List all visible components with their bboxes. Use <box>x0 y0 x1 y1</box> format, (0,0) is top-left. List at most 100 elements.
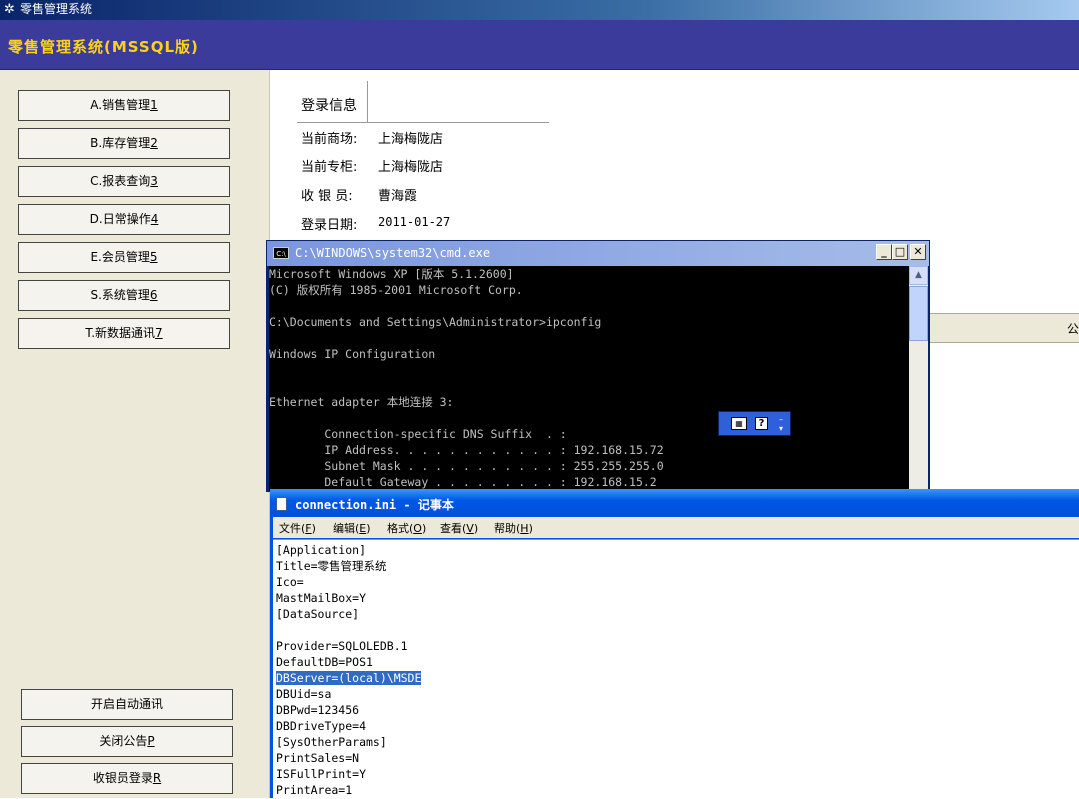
menu-help[interactable]: 帮助(H) <box>494 520 533 536</box>
cmd-line <box>269 362 909 378</box>
counter-label: 当前专柜: <box>301 160 358 175</box>
minimize-button[interactable]: _ <box>876 244 892 260</box>
scroll-up-icon[interactable]: ▲ <box>909 266 928 285</box>
cmd-output[interactable]: Microsoft Windows XP [版本 5.1.2600] (C) 版权… <box>269 266 909 491</box>
cmd-scrollbar[interactable]: ▲ <box>909 266 928 491</box>
cmd-line <box>269 410 909 426</box>
cashier-login-button[interactable]: 收银员登录R <box>21 763 233 794</box>
scroll-thumb[interactable] <box>909 286 928 341</box>
notepad-text-area[interactable]: [Application] Title=零售管理系统 Ico= MastMailBox… <box>273 539 1079 799</box>
cmd-icon: C:\ <box>273 247 289 259</box>
notepad-line: DBPwd=123456 <box>276 703 360 717</box>
banner-title: 零售管理系统(MSSQL版) <box>8 38 199 56</box>
menu-file[interactable]: 文件(F) <box>279 520 316 536</box>
app-banner: 零售管理系统(MSSQL版) <box>0 20 1079 70</box>
mall-label: 当前商场: <box>301 132 358 147</box>
ime-menu-arrows-icon[interactable]: – ▾ <box>779 415 783 433</box>
menu-edit[interactable]: 编辑(E) <box>333 520 371 536</box>
menu-format[interactable]: 格式(O) <box>387 520 426 536</box>
notepad-line: [SysOtherParams] <box>276 735 387 749</box>
notepad-line: ISFullPrint=Y <box>276 767 367 781</box>
login-info-panel: 登录信息 当前商场: 上海梅陇店 当前专柜: 上海梅陇店 收 银 员: 曹海霞 … <box>270 70 1079 250</box>
keyboard-icon[interactable]: ▦ <box>731 417 747 430</box>
cmd-line: IP Address. . . . . . . . . . . . : 192.… <box>269 443 664 457</box>
cmd-line: Subnet Mask . . . . . . . . . . . : 255.… <box>269 459 664 473</box>
button-shortcut: P <box>147 734 155 748</box>
menu-key: V <box>466 522 474 535</box>
notepad-line: [DataSource] <box>276 607 360 621</box>
button-label: 关闭公告 <box>99 734 148 748</box>
login-date-label: 登录日期: <box>301 218 358 233</box>
notepad-line: DBUid=sa <box>276 687 332 701</box>
notepad-line: Ico= <box>276 575 304 589</box>
maximize-button[interactable]: □ <box>892 244 908 260</box>
nav-members-button[interactable]: E.会员管理5 <box>18 242 230 273</box>
notepad-line: [Application] <box>276 543 367 557</box>
menu-key: O <box>413 522 422 535</box>
button-shortcut: R <box>152 771 162 785</box>
button-label: 收银员登录 <box>92 771 153 785</box>
nav-reports-button[interactable]: C.报表查询3 <box>18 166 230 197</box>
nav-system-button[interactable]: S.系统管理6 <box>18 280 230 311</box>
close-notice-button[interactable]: 关闭公告P <box>21 726 233 757</box>
notepad-title-bar[interactable]: connection.ini - 记事本 <box>270 489 1079 517</box>
cashier-value: 曹海霞 <box>378 189 418 204</box>
button-label: 开启自动通讯 <box>90 697 163 711</box>
menu-view[interactable]: 查看(V) <box>440 520 478 536</box>
notepad-line: PrintSales=N <box>276 751 360 765</box>
notepad-line: MastMailBox=Y <box>276 591 367 605</box>
cmd-line: C:\Documents and Settings\Administrator>… <box>269 315 602 329</box>
counter-value: 上海梅陇店 <box>378 160 444 175</box>
cashier-label: 收 银 员: <box>301 189 353 204</box>
menu-key: H <box>520 522 529 535</box>
menu-label: 帮助 <box>494 522 516 535</box>
nav-shortcut: 6 <box>149 288 158 302</box>
nav-label: T.新数据通讯 <box>85 326 156 340</box>
notepad-line: DBDriveType=4 <box>276 719 367 733</box>
help-icon[interactable]: ? <box>755 417 768 430</box>
cmd-title: C:\WINDOWS\system32\cmd.exe <box>295 246 491 260</box>
notepad-line: DBServer=(local)\MSDE <box>276 670 422 686</box>
nav-label: D.日常操作 <box>89 212 151 226</box>
auto-comm-button[interactable]: 开启自动通讯 <box>21 689 233 720</box>
notepad-line: PrintArea=1 <box>276 783 353 797</box>
nav-shortcut: 2 <box>150 136 158 150</box>
notepad-line: DefaultDB=POS1 <box>276 655 373 669</box>
selected-text[interactable]: DBServer=(local)\MSDE <box>276 671 422 685</box>
nav-label: E.会员管理 <box>90 250 150 264</box>
nav-daily-ops-button[interactable]: D.日常操作4 <box>18 204 230 235</box>
notepad-title: connection.ini - 记事本 <box>295 498 454 512</box>
divider <box>297 122 549 123</box>
menu-label: 文件 <box>279 522 301 535</box>
nav-label: A.销售管理 <box>90 98 151 112</box>
ime-toolbar[interactable]: ▦ ? – ▾ <box>718 411 791 436</box>
cmd-title-bar[interactable]: C:\ C:\WINDOWS\system32\cmd.exe _ □ ✕ <box>267 241 929 266</box>
nav-sales-button[interactable]: A.销售管理1 <box>18 90 230 121</box>
notepad-window[interactable]: connection.ini - 记事本 文件(F) 编辑(E) 格式(O) 查… <box>270 489 1079 799</box>
nav-label: S.系统管理 <box>90 288 150 302</box>
login-date-value: 2011-01-27 <box>378 215 451 229</box>
cmd-line <box>269 298 909 314</box>
left-nav-panel: A.销售管理1 B.库存管理2 C.报表查询3 D.日常操作4 E.会员管理5 … <box>0 70 270 798</box>
app-icon: ✲ <box>4 2 15 17</box>
menu-key: F <box>305 522 312 535</box>
notepad-line: Title=零售管理系统 <box>276 559 387 573</box>
nav-inventory-button[interactable]: B.库存管理2 <box>18 128 230 159</box>
close-button[interactable]: ✕ <box>910 244 926 260</box>
menu-label: 查看 <box>440 522 462 535</box>
nav-shortcut: 1 <box>150 98 158 112</box>
cmd-window[interactable]: C:\ C:\WINDOWS\system32\cmd.exe _ □ ✕ Mi… <box>266 240 930 492</box>
notice-header-strip: 公 <box>929 313 1079 343</box>
menu-key: E <box>359 522 367 535</box>
cmd-line <box>269 378 909 394</box>
nav-shortcut: 7 <box>155 326 163 340</box>
divider <box>367 81 368 123</box>
nav-data-comm-button[interactable]: T.新数据通讯7 <box>18 318 230 349</box>
cmd-line <box>269 330 909 346</box>
nav-shortcut: 5 <box>149 250 158 264</box>
notepad-menu-bar: 文件(F) 编辑(E) 格式(O) 查看(V) 帮助(H) <box>273 517 1079 538</box>
menu-label: 格式 <box>387 522 409 535</box>
app-title-bar: ✲ 零售管理系统 <box>0 0 1079 20</box>
nav-label: C.报表查询 <box>90 174 151 188</box>
notepad-icon <box>276 497 287 511</box>
